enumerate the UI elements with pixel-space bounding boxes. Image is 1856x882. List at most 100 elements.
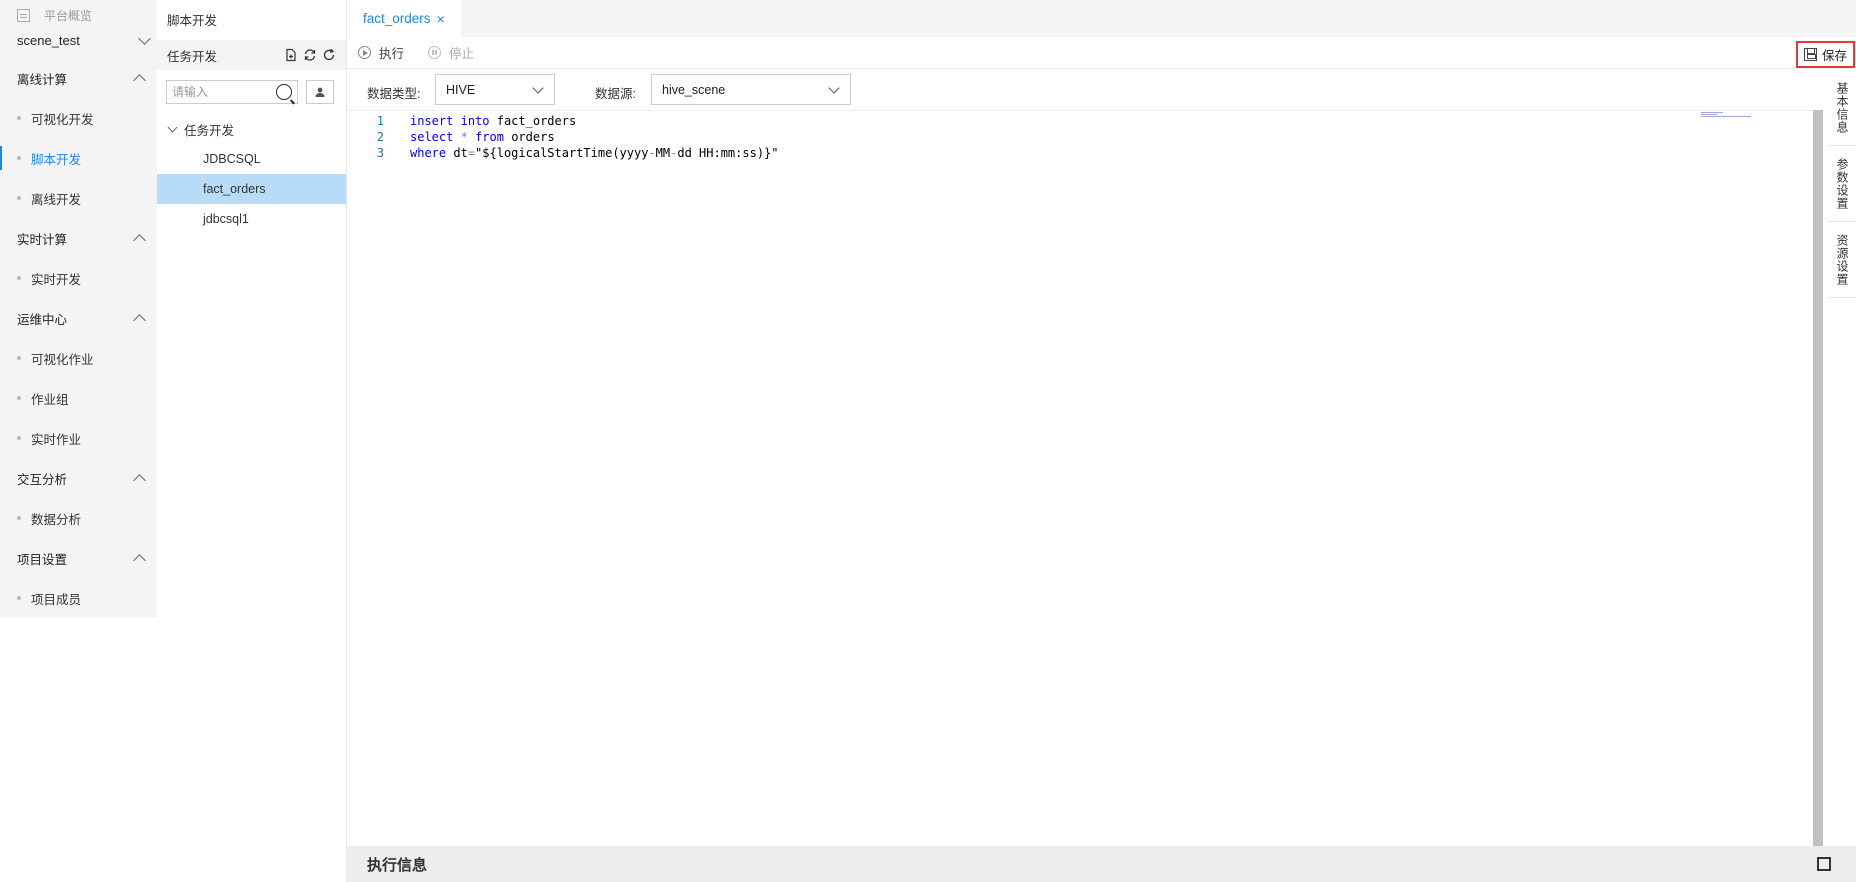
chevron-up-icon [133, 233, 146, 247]
new-file-icon[interactable] [284, 48, 298, 62]
pause-icon [428, 46, 442, 59]
chevron-up-icon [133, 73, 146, 87]
stop-button[interactable]: 停止 [428, 43, 474, 62]
user-icon [315, 87, 325, 97]
nav-group-label: 交互分析 [17, 472, 68, 487]
config-bar: 数据类型: HIVE 数据源: hive_scene [347, 70, 1856, 110]
line-number: 3 [376, 145, 384, 160]
datasource-label: 数据源: [595, 87, 636, 101]
nav-group-ops[interactable]: 运维中心 [0, 298, 157, 338]
tree-file-jdbcsql1[interactable]: jdbcsql1 [157, 204, 346, 234]
platform-overview-label: 平台概览 [44, 8, 93, 23]
file-label: jdbcsql1 [203, 212, 249, 226]
chevron-down-icon [138, 31, 151, 45]
editor-workspace: fact_orders × 执行 停止 保存 数据类型: HIVE 数据源: h… [347, 0, 1856, 882]
nav-item-label: 离线开发 [31, 192, 82, 207]
nav-item-job-groups[interactable]: 作业组 [0, 378, 157, 418]
save-label: 保存 [1821, 49, 1847, 63]
tab-bar: fact_orders × [347, 0, 1856, 37]
nav-group-label: 实时计算 [17, 232, 68, 247]
nav-item-visual-jobs[interactable]: 可视化作业 [0, 338, 157, 378]
side-tab-params[interactable]: 参数设置 [1829, 146, 1856, 222]
chevron-down-icon [167, 122, 178, 133]
bullet-icon [17, 276, 21, 280]
chevron-up-icon [133, 313, 146, 327]
run-button[interactable]: 执行 [358, 43, 404, 62]
file-label: fact_orders [203, 182, 266, 196]
nav-item-label: 数据分析 [31, 512, 82, 527]
chevron-down-icon [532, 81, 544, 94]
tab-label: fact_orders [363, 11, 431, 26]
nav-item-realtime-jobs[interactable]: 实时作业 [0, 418, 157, 458]
bullet-icon [17, 396, 21, 400]
nav-group-offline[interactable]: 离线计算 [0, 58, 157, 98]
run-label: 执行 [379, 47, 405, 61]
sync-icon[interactable] [303, 48, 317, 62]
bullet-icon [17, 436, 21, 440]
folder-label: 任务开发 [184, 124, 235, 138]
side-tab-label: 基本信息 [1835, 81, 1849, 134]
nav-item-realtime-dev[interactable]: 实时开发 [0, 258, 157, 298]
nav-item-data-analysis[interactable]: 数据分析 [0, 498, 157, 538]
nav-item-label: 脚本开发 [31, 152, 82, 167]
close-icon[interactable]: × [437, 11, 445, 27]
nav-item-label: 可视化开发 [31, 112, 94, 127]
project-selector[interactable]: scene_test [17, 30, 151, 50]
user-filter-button[interactable] [306, 80, 334, 104]
datasource-value: hive_scene [662, 82, 726, 97]
side-tabs: 基本信息 参数设置 资源设置 [1829, 70, 1856, 298]
nav-item-offline-dev[interactable]: 离线开发 [0, 178, 157, 218]
nav-group-label: 运维中心 [17, 312, 68, 327]
side-tab-resources[interactable]: 资源设置 [1829, 222, 1856, 298]
save-button[interactable]: 保存 [1796, 41, 1855, 68]
line-number: 2 [376, 129, 384, 144]
editor-scrollbar[interactable] [1813, 110, 1823, 846]
side-tab-label: 参数设置 [1835, 157, 1849, 210]
overview-icon [17, 8, 30, 22]
nav-group-realtime[interactable]: 实时计算 [0, 218, 157, 258]
data-type-label: 数据类型: [367, 87, 421, 101]
nav-group-label: 离线计算 [17, 72, 68, 87]
bullet-icon [17, 516, 21, 520]
nav-group-label: 项目设置 [17, 552, 68, 567]
code-text: insert into fact_orders [410, 113, 577, 128]
data-type-value: HIVE [446, 82, 476, 97]
search-icon[interactable] [276, 84, 292, 100]
platform-overview-link[interactable]: 平台概览 [17, 6, 92, 24]
bullet-icon [17, 156, 21, 160]
code-minimap[interactable] [1701, 112, 1751, 118]
nav-item-visual-dev[interactable]: 可视化开发 [0, 98, 157, 138]
tab-fact-orders[interactable]: fact_orders × [347, 0, 461, 37]
nav-item-script-dev[interactable]: 脚本开发 [0, 138, 157, 178]
tree-tools [284, 48, 336, 62]
refresh-icon[interactable] [322, 48, 336, 62]
tree-file-fact-orders[interactable]: fact_orders [157, 174, 346, 204]
nav-item-label: 实时作业 [31, 432, 82, 447]
left-nav: 平台概览 scene_test 离线计算 可视化开发 脚本开发 离线开发 实时计… [0, 0, 157, 617]
nav-item-project-members[interactable]: 项目成员 [0, 578, 157, 618]
data-type-select[interactable]: HIVE [435, 74, 555, 105]
nav-group-interactive[interactable]: 交互分析 [0, 458, 157, 498]
code-editor[interactable]: 1 insert into fact_orders 2 select * fro… [347, 110, 1813, 846]
chevron-up-icon [133, 553, 146, 567]
datasource-select[interactable]: hive_scene [651, 74, 851, 105]
maximize-icon[interactable] [1817, 857, 1831, 871]
line-number: 1 [376, 113, 384, 128]
search-input[interactable] [167, 81, 271, 103]
chevron-up-icon [133, 473, 146, 487]
save-icon [1803, 48, 1817, 61]
tree-file-jdbcsql[interactable]: JDBCSQL [157, 144, 346, 174]
tree-folder-task-dev[interactable]: 任务开发 [167, 120, 235, 139]
nav-item-label: 实时开发 [31, 272, 82, 287]
nav-group-project-settings[interactable]: 项目设置 [0, 538, 157, 578]
side-tab-basic-info[interactable]: 基本信息 [1829, 70, 1856, 146]
exec-info-title: 执行信息 [367, 856, 428, 874]
script-tree-panel: 脚本开发 任务开发 任务开发 J [157, 0, 347, 882]
chevron-down-icon [828, 81, 840, 94]
nav-item-label: 可视化作业 [31, 352, 94, 367]
nav-menu: 离线计算 可视化开发 脚本开发 离线开发 实时计算 实时开发 运维中心 可视化作… [0, 58, 157, 618]
tree-header-label: 任务开发 [167, 49, 218, 64]
side-tab-label: 资源设置 [1835, 233, 1849, 286]
play-icon [358, 46, 371, 59]
bullet-icon [17, 596, 21, 600]
